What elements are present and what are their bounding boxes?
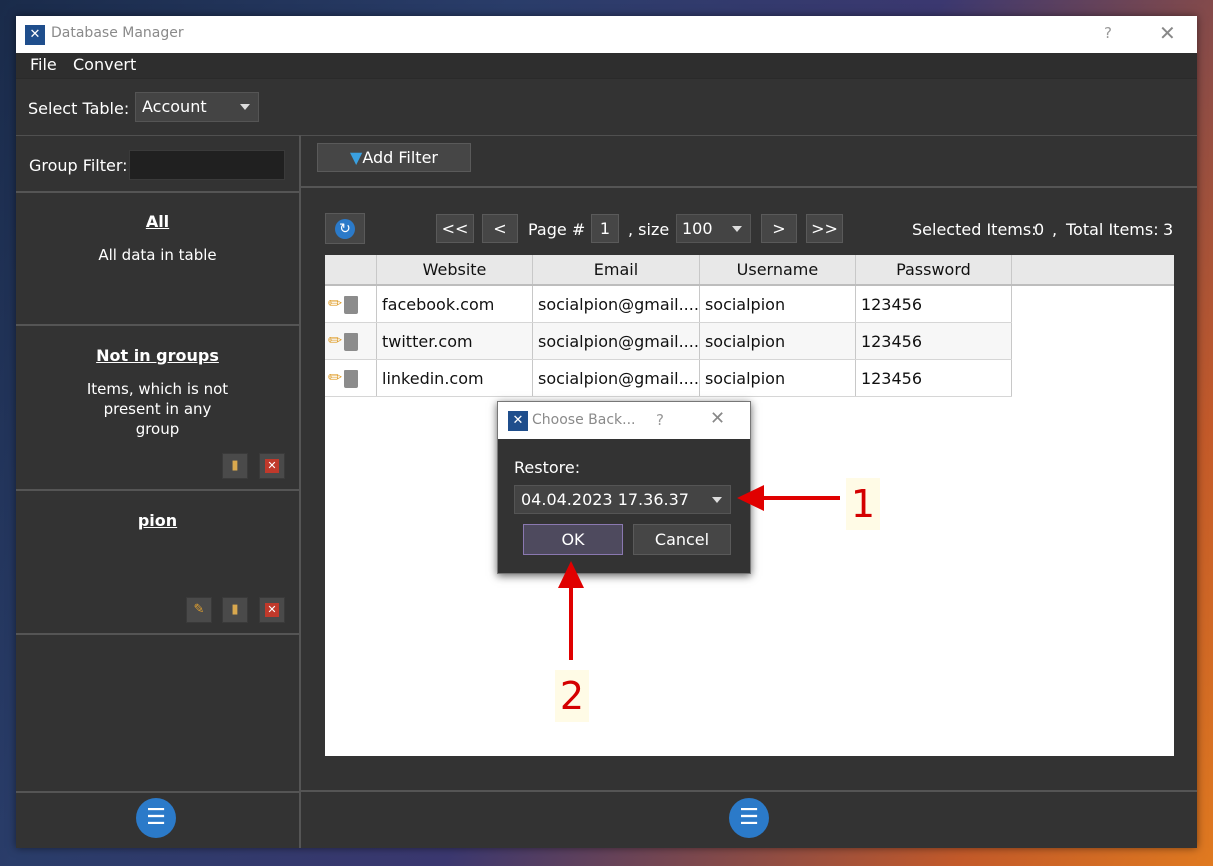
annotation-label-2: 2: [555, 670, 589, 722]
arrow-2-head: [558, 561, 584, 588]
annotation-arrows: [558, 485, 840, 660]
arrow-1-head: [737, 485, 764, 511]
annotation-label-1: 1: [846, 478, 880, 530]
